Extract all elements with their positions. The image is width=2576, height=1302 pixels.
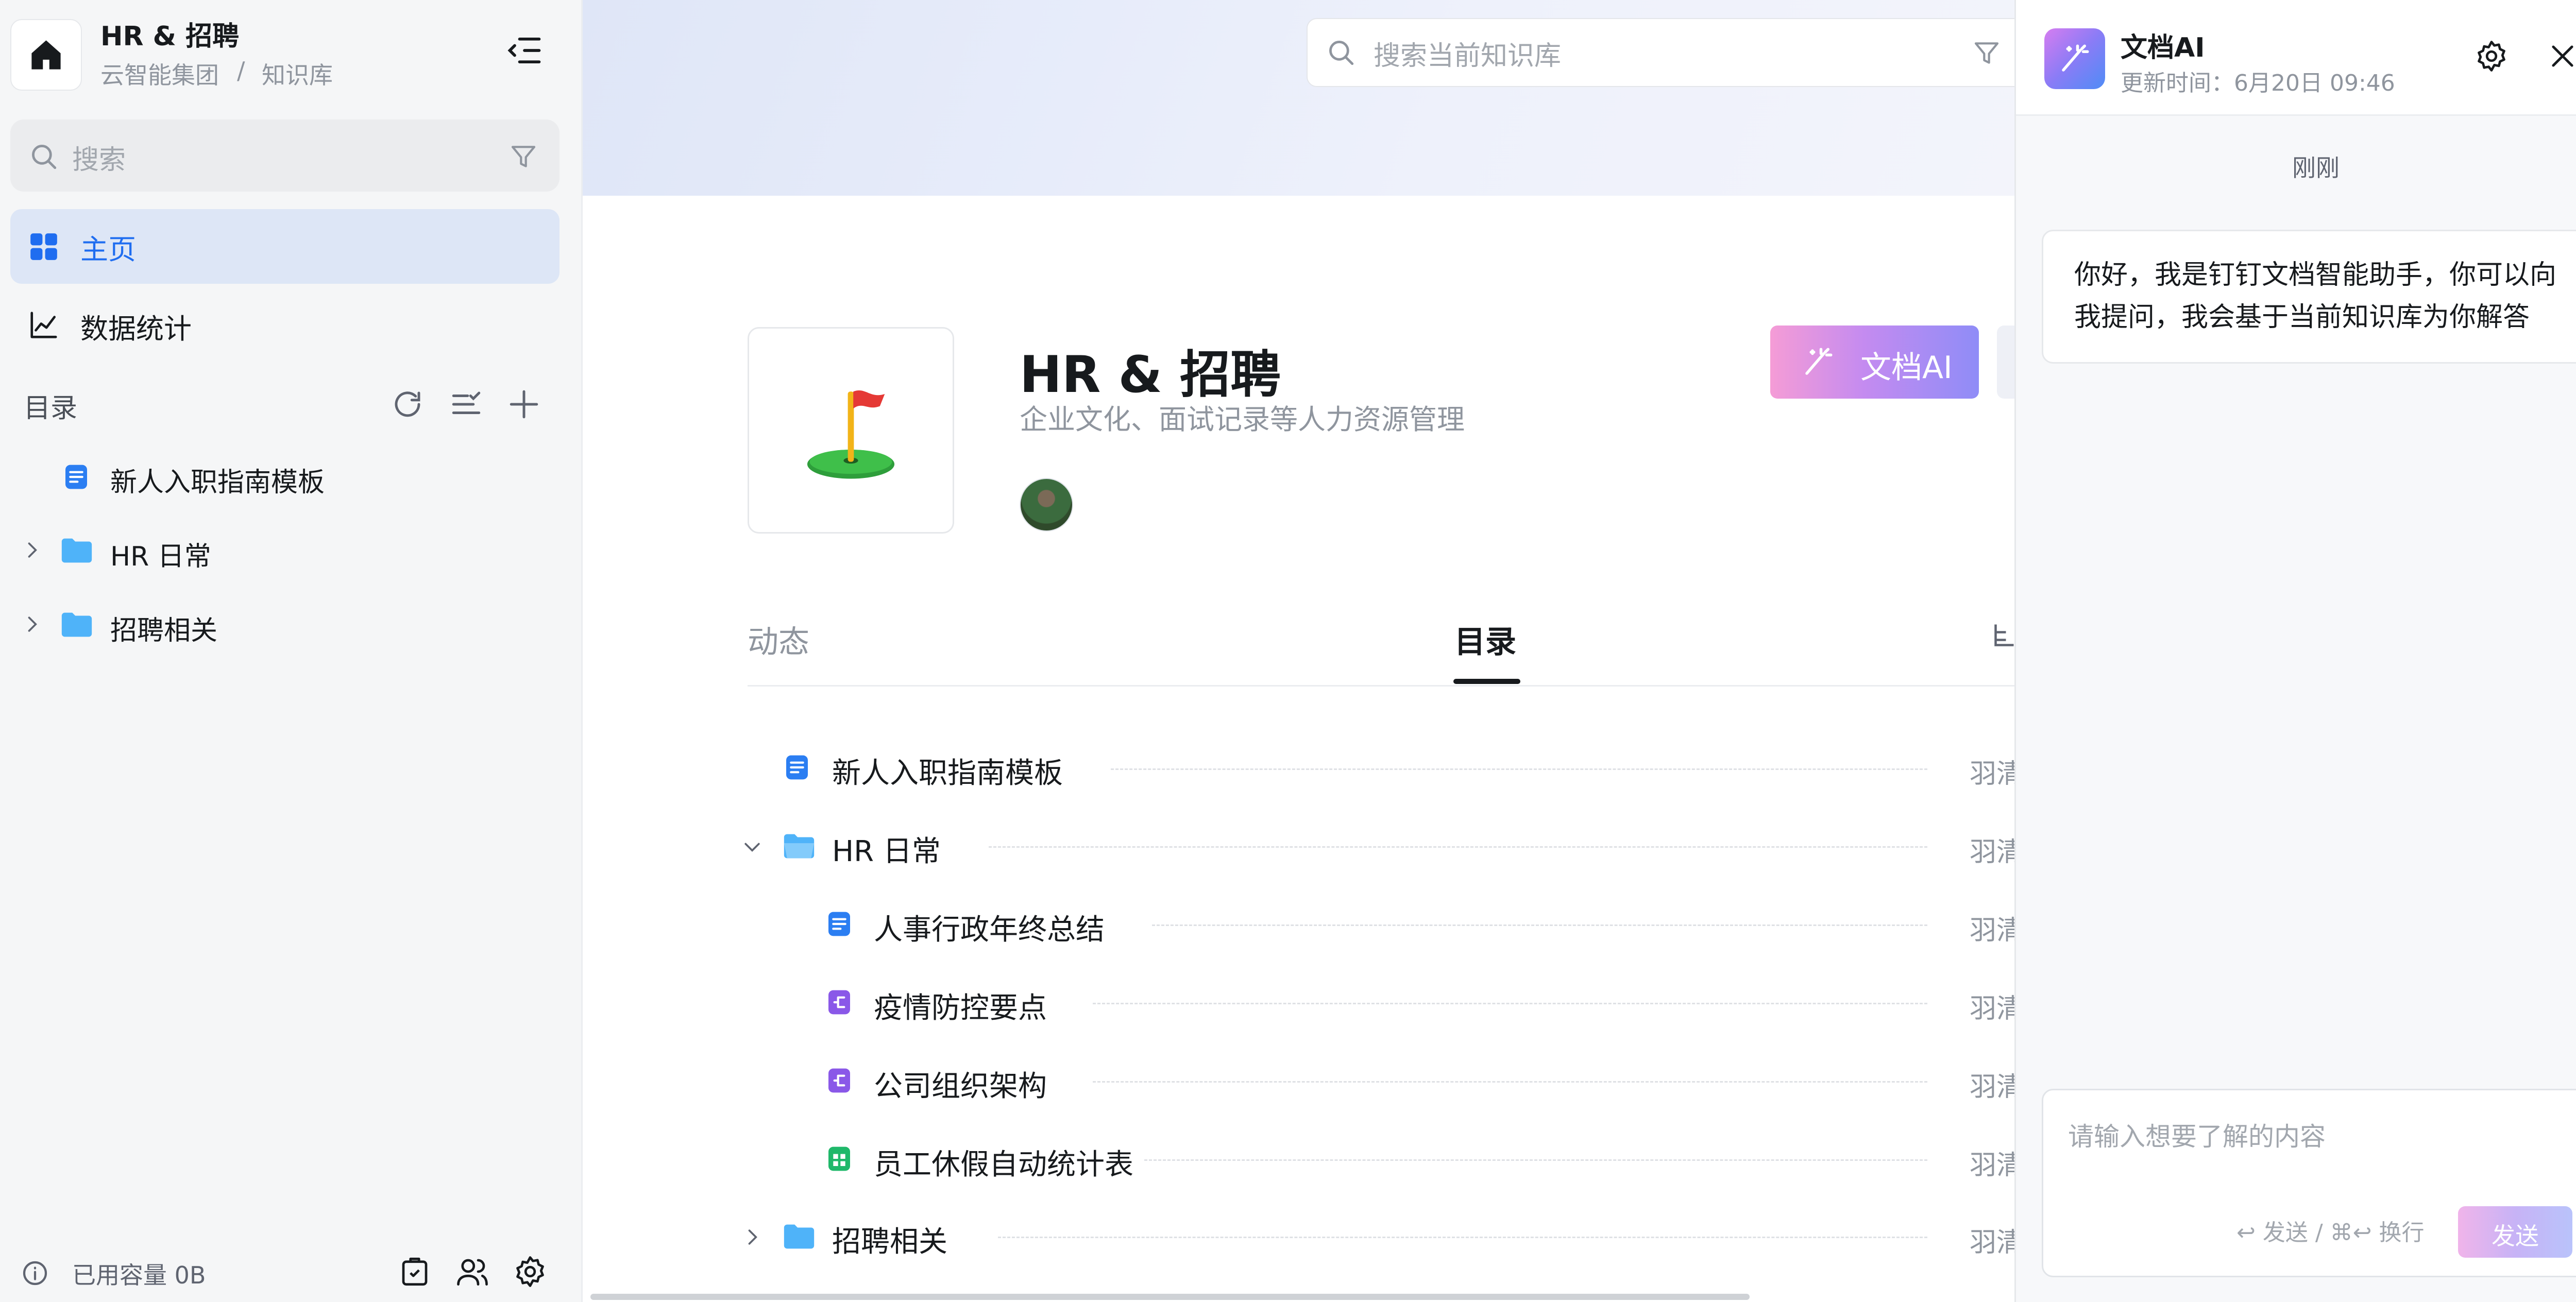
kb-title: HR & 招聘 [100, 21, 240, 52]
mindmap-icon [825, 1066, 854, 1095]
tab-activity[interactable]: 动态 [748, 617, 809, 662]
tree-view-icon[interactable] [1989, 621, 2014, 652]
nav-item-home-label: 主页 [80, 233, 136, 266]
page-title: HR & 招聘 [1020, 346, 1281, 404]
mindmap-icon [825, 988, 854, 1017]
ai-panel-header: 文档AI 更新时间：6月20日 09:46 [2016, 0, 2576, 116]
row-owner: 羽清 [1970, 1150, 2014, 1181]
tab-toc[interactable]: 目录 [1454, 617, 1516, 662]
row-leader [1093, 1081, 1927, 1083]
sheet-icon [825, 1144, 854, 1173]
row-leader [1144, 1159, 1927, 1161]
home-button[interactable] [10, 19, 82, 91]
toc-heading: 目录 [24, 393, 78, 424]
page-subtitle: 企业文化、面试记录等人力资源管理 [1020, 403, 1465, 436]
toc-row-label[interactable]: 新人入职指南模板 [832, 750, 1063, 792]
breadcrumb-kb[interactable]: 知识库 [262, 57, 333, 91]
breadcrumb-org[interactable]: 云智能集团 [100, 57, 219, 91]
settings-icon[interactable] [513, 1255, 547, 1289]
folder-icon [59, 607, 95, 643]
ai-panel-updated: 更新时间：6月20日 09:46 [2121, 70, 2395, 96]
chevron-down-icon[interactable] [741, 835, 764, 858]
assistant-message-text: 你好，我是钉钉文档智能助手，你可以向我提问，我会基于当前知识库为你解答 [2074, 260, 2557, 333]
sidebar-tree-item[interactable]: HR 日常 [110, 535, 211, 573]
recycle-bin-icon[interactable] [398, 1255, 432, 1289]
ai-logo [2044, 28, 2105, 89]
row-owner: 羽清 [1970, 837, 2014, 868]
chevron-right-icon[interactable] [21, 539, 43, 561]
sidebar-tree-item[interactable]: 新人入职指南模板 [110, 460, 325, 499]
sidebar-search-placeholder: 搜索 [72, 145, 126, 176]
row-leader [1152, 924, 1927, 926]
folder-icon [781, 1219, 817, 1255]
chevron-right-icon[interactable] [21, 613, 43, 636]
ai-chat-input[interactable]: 请输入想要了解的内容 ↩ 发送 / ⌘↩ 换行 发送 [2042, 1089, 2576, 1277]
magic-wand-icon [1801, 345, 1835, 379]
row-leader [1111, 768, 1927, 770]
ai-chat-placeholder: 请输入想要了解的内容 [2068, 1122, 2326, 1152]
assistant-message: 你好，我是钉钉文档智能助手，你可以向我提问，我会基于当前知识库为你解答 [2042, 230, 2576, 364]
kb-search-placeholder: 搜索当前知识库 [1374, 41, 1562, 72]
send-button[interactable]: 发送 [2458, 1206, 2572, 1258]
row-owner: 羽清 [1970, 1072, 2014, 1103]
storage-usage: 已用容量 0B [72, 1261, 206, 1289]
breadcrumb-separator: / [237, 57, 245, 84]
row-leader [1093, 1003, 1927, 1004]
info-icon [21, 1259, 49, 1288]
send-shortcut-hint: ↩ 发送 / ⌘↩ 换行 [2236, 1220, 2425, 1246]
home-icon [27, 36, 65, 74]
add-icon[interactable] [507, 387, 541, 421]
sort-list-icon[interactable] [449, 387, 483, 421]
toc-row-label[interactable]: 人事行政年终总结 [874, 906, 1105, 948]
members-icon[interactable] [455, 1255, 489, 1289]
doc-icon [62, 462, 91, 491]
toc-row-label[interactable]: HR 日常 [832, 828, 941, 870]
ai-panel-title: 文档AI [2121, 32, 2205, 63]
collapse-sidebar-icon[interactable] [505, 31, 544, 70]
row-owner: 羽清 [1970, 1227, 2014, 1258]
search-icon [1326, 38, 1356, 67]
sidebar-tree-item[interactable]: 招聘相关 [110, 609, 217, 647]
send-button-label: 发送 [2492, 1222, 2539, 1250]
folder-open-icon [781, 828, 817, 864]
toc-row-label[interactable]: 公司组织架构 [874, 1063, 1047, 1105]
horizontal-scrollbar[interactable] [590, 1294, 1750, 1300]
chevron-right-icon[interactable] [741, 1226, 764, 1248]
chat-timestamp: 刚刚 [2292, 154, 2340, 182]
folder-icon [59, 533, 95, 569]
row-owner: 羽清 [1970, 915, 2014, 946]
secondary-action-button[interactable] [1997, 326, 2014, 399]
doc-ai-button-label: 文档AI [1860, 350, 1953, 386]
row-leader [998, 1237, 1927, 1238]
tabs-divider [748, 685, 2014, 687]
row-owner: 羽清 [1970, 993, 2014, 1024]
settings-icon[interactable] [2475, 39, 2509, 73]
kb-cover [748, 327, 954, 534]
grid-icon [28, 231, 60, 263]
tab-active-indicator [1453, 679, 1520, 684]
sidebar: HR & 招聘 云智能集团 / 知识库 搜索 主页 数据统计 目录 新人入职指南 [0, 0, 583, 1302]
main-content: 搜索当前知识库 HR & 招聘 企业文化、面试记录等人力资源管理 文档AI 动态… [583, 0, 2014, 1302]
magic-wand-icon [2058, 42, 2092, 76]
toc-row-label[interactable]: 员工休假自动统计表 [874, 1141, 1133, 1183]
refresh-icon[interactable] [391, 387, 425, 421]
doc-icon [825, 910, 854, 938]
close-icon[interactable] [2547, 40, 2576, 72]
doc-ai-panel: 文档AI 更新时间：6月20日 09:46 刚刚 你好，我是钉钉文档智能助手，你… [2014, 0, 2576, 1302]
nav-item-stats[interactable]: 数据统计 [80, 306, 192, 347]
search-icon [29, 142, 59, 172]
filter-icon[interactable] [509, 142, 538, 171]
filter-icon[interactable] [1972, 39, 2001, 67]
golf-flag-icon [790, 370, 911, 491]
doc-icon [783, 753, 811, 782]
line-chart-icon[interactable] [28, 309, 60, 341]
toc-row-label[interactable]: 招聘相关 [832, 1219, 947, 1260]
avatar[interactable] [1020, 478, 1073, 532]
row-leader [989, 846, 1927, 848]
row-owner: 羽清 [1970, 759, 2014, 790]
toc-row-label[interactable]: 疫情防控要点 [874, 985, 1047, 1026]
